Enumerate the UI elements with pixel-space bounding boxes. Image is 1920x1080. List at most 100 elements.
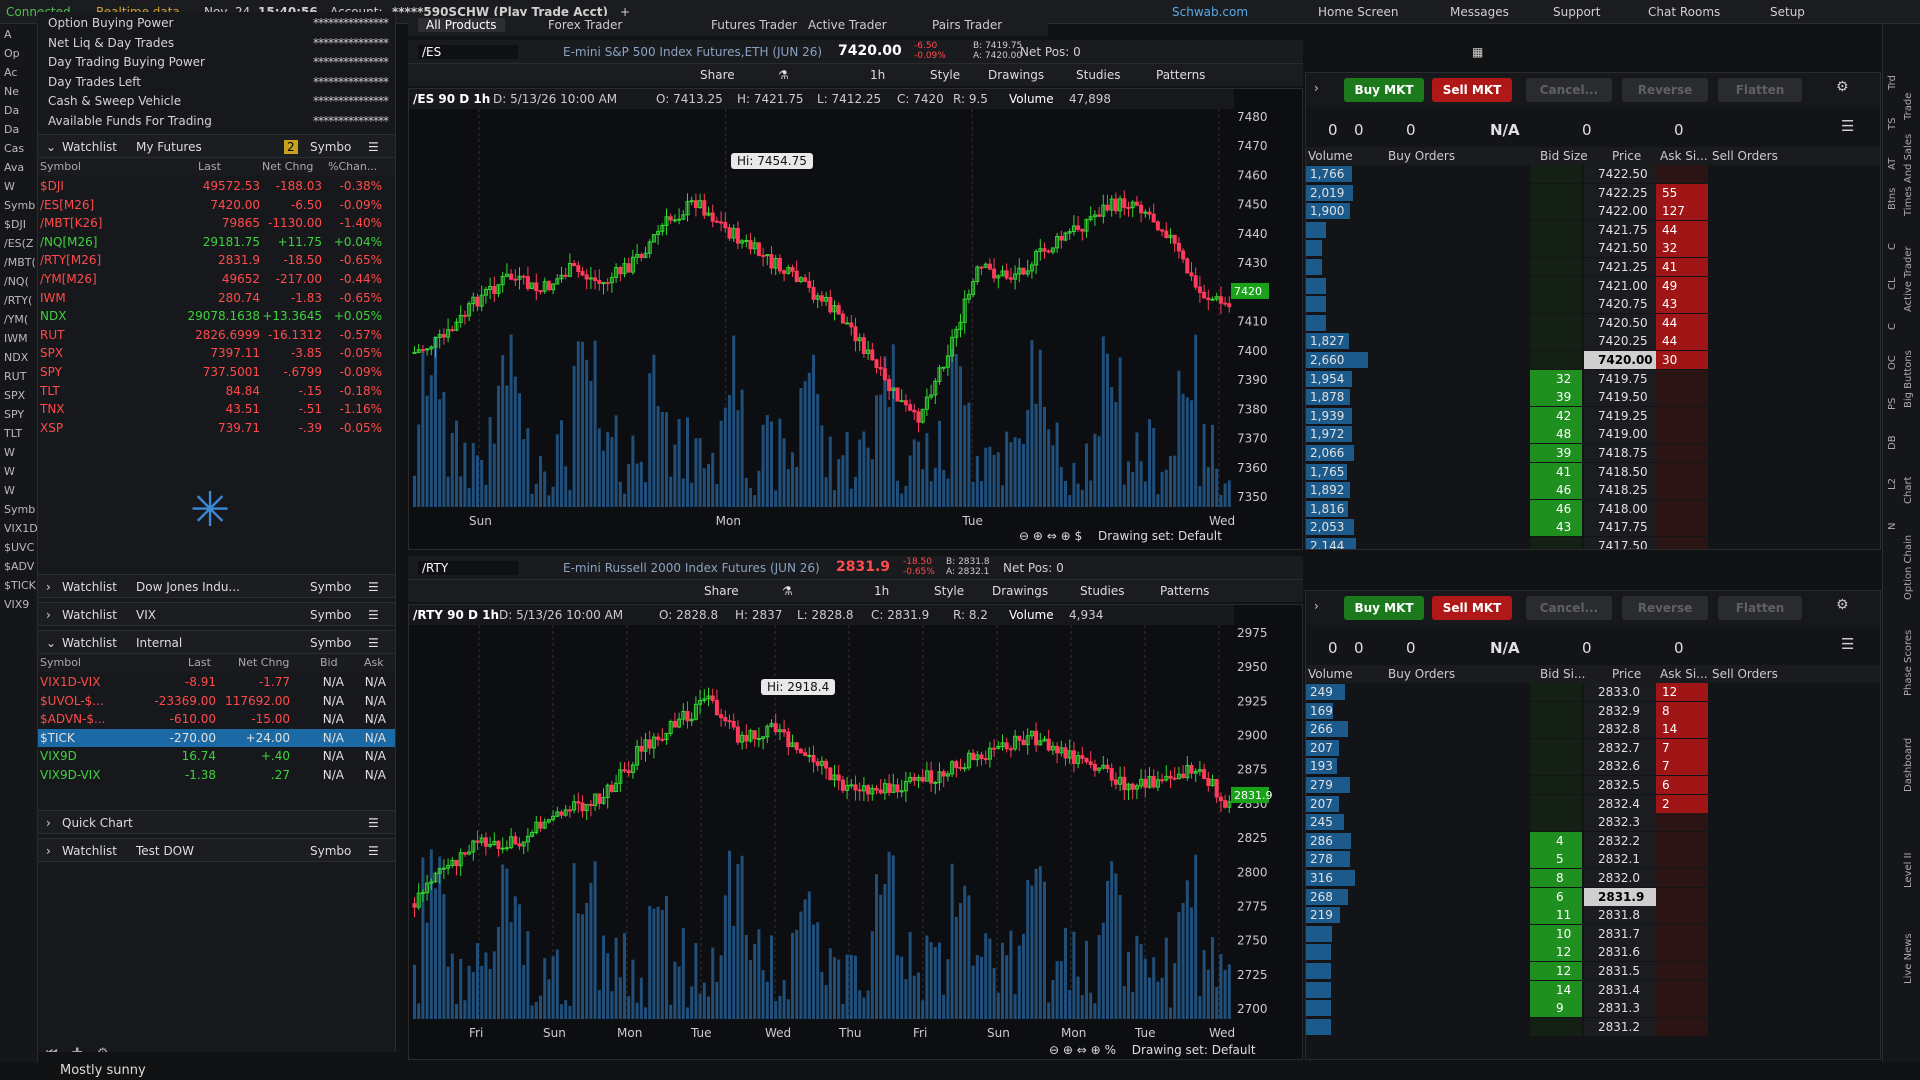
- ask-cell[interactable]: [1656, 850, 1708, 869]
- ask-cell[interactable]: [1656, 887, 1708, 906]
- ladder-col-header[interactable]: Volume: [1308, 149, 1353, 163]
- symbol-field[interactable]: Symbo: [310, 844, 351, 858]
- ladder-row[interactable]: 7421.25 41: [1306, 258, 1880, 277]
- ladder-row[interactable]: 169 2832.9 8: [1306, 701, 1880, 721]
- right-nav-tab[interactable]: PS: [1887, 398, 1898, 410]
- ask-cell[interactable]: [1656, 499, 1708, 518]
- chart-es-canvas[interactable]: /ES 90 D 1h D: 5/13/26 10:00 AM O: 7413.…: [408, 88, 1303, 550]
- symbol-field[interactable]: Symbo: [310, 636, 351, 650]
- tab-pairs-trader[interactable]: Pairs Trader: [932, 18, 1002, 32]
- reverse-button[interactable]: Reverse: [1622, 78, 1708, 102]
- ladder-row[interactable]: 7420.75 43: [1306, 295, 1880, 314]
- left-strip-item[interactable]: Cas: [4, 142, 24, 155]
- ladder-row[interactable]: 207 2832.4 2: [1306, 794, 1880, 814]
- menu-icon[interactable]: ☰: [368, 816, 379, 830]
- watchlist-select[interactable]: Internal: [136, 636, 182, 650]
- drawing-set-label[interactable]: Drawing set: Default: [1098, 529, 1222, 543]
- ladder-row[interactable]: 266 2832.8 14: [1306, 720, 1880, 739]
- left-strip-item[interactable]: Da: [4, 123, 19, 136]
- ask-cell[interactable]: [1656, 518, 1708, 537]
- watchlist-row[interactable]: SPY 737.5001 -.6799 -0.09%: [38, 363, 395, 382]
- ask-cell[interactable]: [1656, 869, 1708, 887]
- watchlist-row[interactable]: TNX 43.51 -.51 -1.16%: [38, 400, 395, 419]
- cancel-button[interactable]: Cancel...: [1526, 596, 1612, 620]
- style-button[interactable]: Style: [934, 584, 964, 598]
- watchlist-row[interactable]: $TICK -270.00 +24.00 N/A N/A: [38, 728, 395, 748]
- style-button[interactable]: Style: [930, 68, 960, 82]
- right-nav-tab[interactable]: C: [1887, 243, 1898, 250]
- left-strip-item[interactable]: Ava: [4, 161, 24, 174]
- col-pct-chng[interactable]: %Chan...: [328, 160, 377, 173]
- right-nav-tab[interactable]: DB: [1887, 435, 1898, 450]
- bid-cell[interactable]: [1530, 313, 1582, 332]
- studies-button[interactable]: Studies: [1080, 584, 1125, 598]
- ladder-row[interactable]: 2,660 7420.00 30: [1306, 351, 1880, 370]
- patterns-button[interactable]: Patterns: [1160, 584, 1209, 598]
- right-nav-gadget[interactable]: Dashboard: [1903, 738, 1914, 792]
- bid-cell[interactable]: [1530, 1017, 1582, 1036]
- link-setup[interactable]: Setup: [1770, 5, 1805, 19]
- right-nav-tab[interactable]: Trd: [1887, 75, 1898, 90]
- right-nav-gadget[interactable]: Level II: [1903, 853, 1914, 888]
- ladder-col-header[interactable]: Volume: [1308, 667, 1353, 681]
- right-nav-gadget[interactable]: Active Trader: [1903, 246, 1914, 312]
- ladder-row[interactable]: 249 2833.0 12: [1306, 683, 1880, 702]
- ladder-row[interactable]: 1,900 7422.00 127: [1306, 202, 1880, 221]
- left-strip-item[interactable]: Ne: [4, 85, 19, 98]
- ask-cell[interactable]: [1656, 813, 1708, 832]
- menu-icon[interactable]: ☰: [368, 580, 379, 594]
- ask-cell[interactable]: [1656, 831, 1708, 850]
- link-messages[interactable]: Messages: [1450, 5, 1509, 19]
- watchlist-row[interactable]: $DJI 49572.53 -188.03 -0.38%: [38, 177, 395, 196]
- right-nav-tab[interactable]: TS: [1887, 118, 1898, 130]
- ladder-row[interactable]: 2,019 7422.25 55: [1306, 183, 1880, 203]
- ladder-row[interactable]: 279 2832.5 6: [1306, 776, 1880, 795]
- ladder-row[interactable]: 2,066 39 7418.75: [1306, 444, 1880, 463]
- left-strip-item[interactable]: /YM(: [4, 313, 28, 326]
- ladder-row[interactable]: 207 2832.7 7: [1306, 738, 1880, 758]
- right-nav-gadget[interactable]: Phase Scores: [1903, 630, 1914, 696]
- grid-icon[interactable]: ▦: [1472, 45, 1483, 59]
- symbol-field[interactable]: Symbo: [310, 140, 351, 154]
- ladder-col-header[interactable]: Buy Orders: [1388, 149, 1455, 163]
- ask-cell[interactable]: [1656, 924, 1708, 943]
- studies-button[interactable]: Studies: [1076, 68, 1121, 82]
- pan-icon[interactable]: ⇔: [1047, 529, 1057, 543]
- left-strip-item[interactable]: SPX: [4, 389, 25, 402]
- col-symbol[interactable]: Symbol: [40, 656, 81, 669]
- watchlist-select[interactable]: Test DOW: [136, 844, 194, 858]
- ladder-row[interactable]: 2,144 7417.50: [1306, 537, 1880, 549]
- drawings-button[interactable]: Drawings: [988, 68, 1044, 82]
- flatten-button[interactable]: Flatten: [1718, 596, 1802, 620]
- ladder-row[interactable]: 1,954 32 7419.75: [1306, 369, 1880, 389]
- ladder-row[interactable]: 12 2831.6: [1306, 943, 1880, 962]
- watchlist-row[interactable]: TLT 84.84 -.15 -0.18%: [38, 382, 395, 401]
- left-strip-item[interactable]: Da: [4, 104, 19, 117]
- ladder-row[interactable]: 7421.75 44: [1306, 220, 1880, 240]
- ladder-row[interactable]: 1,816 46 7418.00: [1306, 499, 1880, 519]
- ladder-col-header[interactable]: Sell Orders: [1712, 667, 1778, 681]
- right-nav-tab[interactable]: Btns: [1887, 188, 1898, 210]
- flask-icon[interactable]: ⚗: [782, 584, 793, 598]
- patterns-button[interactable]: Patterns: [1156, 68, 1205, 82]
- chevron-right-icon[interactable]: ›: [1314, 599, 1319, 613]
- menu-icon[interactable]: ☰: [1841, 635, 1854, 653]
- cancel-button[interactable]: Cancel...: [1526, 78, 1612, 102]
- crosshair-icon[interactable]: ⊕: [1091, 1043, 1101, 1057]
- add-gadget-icon[interactable]: ✚: [72, 1046, 83, 1052]
- watchlist-row[interactable]: VIX1D-VIX -8.91 -1.77 N/A N/A: [38, 673, 395, 692]
- gear-icon[interactable]: ⚙: [1836, 79, 1849, 95]
- right-nav-gadget[interactable]: Trade: [1903, 93, 1914, 120]
- left-strip-item[interactable]: Op: [4, 47, 20, 60]
- watchlist-row[interactable]: /NQ[M26] 29181.75 +11.75 +0.04%: [38, 233, 395, 252]
- zoom-out-icon[interactable]: ⊖: [1049, 1043, 1059, 1057]
- bid-cell[interactable]: [1530, 183, 1582, 202]
- col-ask[interactable]: Ask: [364, 656, 384, 669]
- watchlist-select[interactable]: My Futures: [136, 140, 202, 154]
- menu-icon[interactable]: ☰: [368, 844, 379, 858]
- bid-cell[interactable]: [1530, 258, 1582, 276]
- ladder-row[interactable]: 1,765 41 7418.50: [1306, 462, 1880, 482]
- ask-cell[interactable]: [1656, 962, 1708, 980]
- watchlist-row[interactable]: XSP 739.71 -.39 -0.05%: [38, 419, 395, 438]
- symbol-input[interactable]: /RTY: [418, 561, 518, 575]
